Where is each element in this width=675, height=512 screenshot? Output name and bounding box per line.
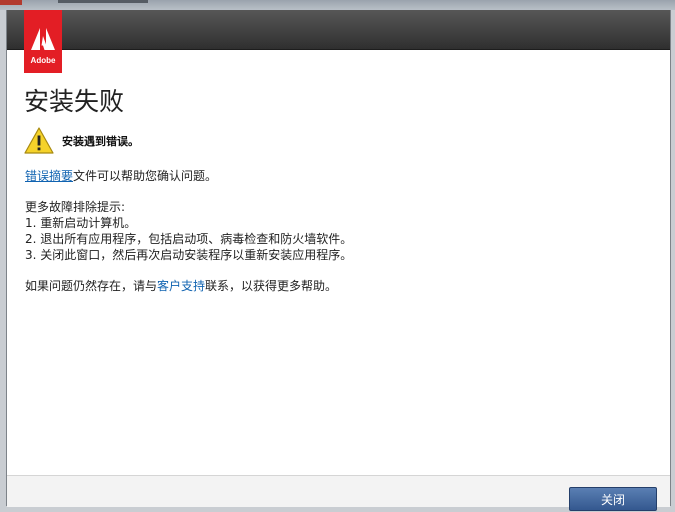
page-title: 安装失败 <box>24 87 125 116</box>
warning-icon <box>24 127 54 154</box>
adobe-a-icon <box>31 28 55 50</box>
tips-heading: 更多故障排除提示: <box>25 200 126 214</box>
os-strip-segment <box>58 0 148 3</box>
error-summary-link[interactable]: 错误摘要 <box>25 169 73 183</box>
os-taskbar-strip <box>0 0 675 10</box>
contact-line: 如果问题仍然存在，请与客户支持联系，以获得更多帮助。 <box>25 277 337 294</box>
window-header <box>7 10 670 50</box>
os-strip-accent <box>0 0 22 5</box>
summary-text: 文件可以帮助您确认问题。 <box>73 169 218 183</box>
contact-text-before: 如果问题仍然存在，请与 <box>25 279 158 293</box>
warning-message: 安装遇到错误。 <box>62 135 139 148</box>
tip-item: 1. 重新启动计算机。 <box>25 216 137 230</box>
tip-item: 3. 关闭此窗口，然后再次启动安装程序以重新安装应用程序。 <box>25 248 353 262</box>
tip-item: 2. 退出所有应用程序，包括启动项、病毒检查和防火墙软件。 <box>25 232 353 246</box>
adobe-logo-text: Adobe <box>30 56 56 65</box>
installer-window: Adobe 安装失败 安装遇到错误。 错误摘要文件可以帮助您确认问题。 更多故障… <box>6 10 671 511</box>
customer-support-link[interactable]: 客户支持 <box>157 279 205 293</box>
adobe-logo: Adobe <box>24 10 62 73</box>
contact-text-after: 联系，以获得更多帮助。 <box>205 279 338 293</box>
close-button[interactable]: 关闭 <box>569 487 657 511</box>
dialog-footer: 关闭 <box>7 475 670 511</box>
summary-line: 错误摘要文件可以帮助您确认问题。 <box>25 167 217 184</box>
